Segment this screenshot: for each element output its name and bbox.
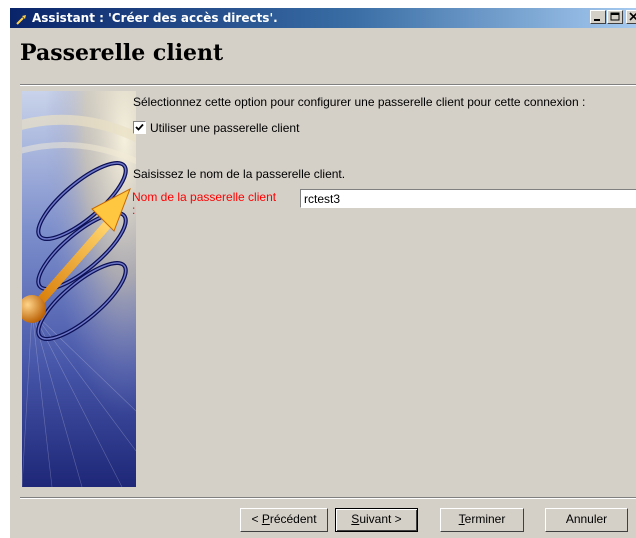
option-instruction: Sélectionnez cette option pour configure…	[133, 95, 586, 109]
app-icon	[16, 12, 28, 25]
wizard-illustration-graphic	[22, 91, 136, 487]
maximize-icon	[610, 12, 620, 21]
header-separator	[20, 84, 636, 86]
use-gateway-checkbox[interactable]	[133, 121, 146, 134]
gateway-name-label: Nom de la passerelle client	[132, 190, 277, 204]
minimize-icon	[594, 19, 600, 21]
gateway-name-input[interactable]: rctest3	[300, 189, 636, 208]
close-button[interactable]	[626, 10, 636, 24]
close-icon	[629, 12, 636, 21]
maximize-button[interactable]	[607, 10, 623, 24]
previous-button[interactable]: < Précédent	[240, 508, 328, 532]
finish-button[interactable]: Terminer	[440, 508, 524, 532]
use-gateway-label[interactable]: Utiliser une passerelle client	[150, 121, 299, 135]
next-button[interactable]: Suivant >	[335, 508, 418, 532]
gateway-name-label-suffix: :	[132, 203, 136, 217]
window-title: Assistant : 'Créer des accès directs'.	[32, 11, 278, 25]
checkmark-icon	[135, 123, 144, 131]
minimize-button[interactable]	[590, 10, 606, 24]
wizard-window: Assistant : 'Créer des accès directs'. P…	[10, 8, 636, 538]
footer-separator	[20, 497, 636, 499]
name-instruction: Saisissez le nom de la passerelle client…	[133, 167, 346, 181]
cancel-button[interactable]: Annuler	[545, 508, 628, 532]
wizard-illustration	[22, 91, 136, 487]
title-bar[interactable]: Assistant : 'Créer des accès directs'.	[10, 8, 636, 28]
page-title: Passerelle client	[20, 40, 224, 66]
